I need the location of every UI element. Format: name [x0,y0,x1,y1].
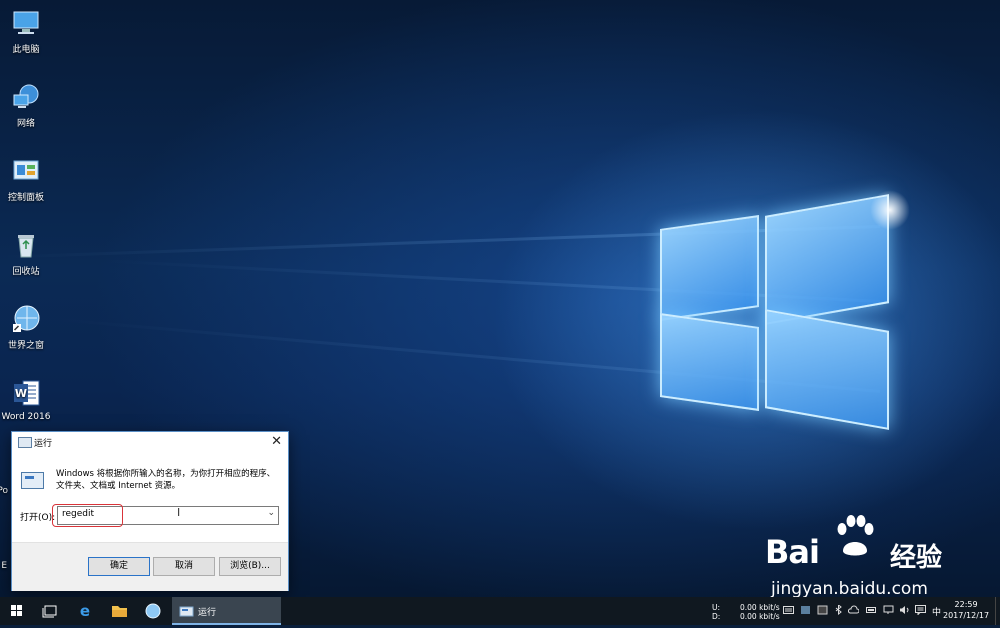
battery-icon[interactable] [866,605,877,615]
desktop-icon-word-2016[interactable]: W Word 2016 [0,378,52,422]
task-view-button[interactable] [36,597,66,625]
logo-glow [870,190,910,230]
browse-button[interactable]: 浏览(B)... [219,557,281,576]
windows-start-icon [11,605,22,616]
desktop-wallpaper: 此电脑 网络 控制面板 回收站 世界之窗 W Word 2016 Po E [0,0,1000,597]
net-down-label: D: [712,612,721,621]
tray-app-icon[interactable] [817,605,828,615]
edge-taskbar-button[interactable]: e [70,597,100,625]
run-dialog-title: 运行 [34,439,53,449]
desktop-icon-theworld-browser[interactable]: 世界之窗 [0,304,52,351]
folder-icon [112,606,127,617]
cancel-button[interactable]: 取消 [153,557,215,576]
baidu-jingyan-watermark: Bai 经验 jingyan.baidu.com [765,515,965,597]
browser-globe-icon [11,304,41,334]
task-view-icon [42,605,57,618]
theworld-taskbar-button[interactable] [138,597,168,625]
open-label: 打开(O): [20,513,56,523]
ok-button[interactable]: 确定 [88,557,150,576]
computer-icon [11,8,41,38]
volume-icon[interactable] [899,605,910,615]
baidu-paw-icon [837,515,874,556]
word-icon: W [11,378,41,408]
edge-icon: e [80,602,90,620]
taskbar-run-item[interactable]: 运行 [172,597,281,625]
net-up-speed: 0.00 kbit/s [740,603,780,612]
desktop-icon-control-panel[interactable]: 控制面板 [0,156,52,203]
clock-date: 2017/12/17 [943,611,990,620]
run-app-icon [18,437,32,448]
app-tray-icon[interactable] [800,605,811,615]
run-dialog-titlebar[interactable]: 运行 ✕ [12,432,288,452]
taskbar-clock[interactable]: 22:59 2017/12/17 [943,599,989,621]
net-down-speed: 0.00 kbit/s [740,612,780,621]
start-button[interactable] [0,597,34,625]
desktop-icon-recycle-bin[interactable]: 回收站 [0,230,52,277]
taskbar: e 运行 U: D: 0.00 kbit/s 0.00 kbit/s 中 22:… [0,597,1000,625]
browser-globe-icon [145,603,161,619]
windows-logo-pane [660,313,759,411]
run-description: Windows 将根据你所输入的名称，为你打开相应的程序、文件夹、文档或 Int… [56,469,276,491]
windows-logo-pane [765,309,889,430]
windows-logo-pane [660,215,759,321]
svg-text:e: e [80,602,90,620]
run-app-icon [21,472,44,489]
show-desktop-button[interactable] [995,597,1000,625]
net-up-label: U: [712,603,721,612]
run-app-icon [179,606,194,617]
action-center-icon[interactable] [915,605,926,615]
control-panel-icon [11,156,41,186]
bluetooth-icon[interactable] [833,605,844,615]
desktop-icon-network[interactable]: 网络 [0,82,52,129]
run-dialog: 运行 ✕ Windows 将根据你所输入的名称，为你打开相应的程序、文件夹、文档… [11,431,289,591]
desktop-icon-this-pc[interactable]: 此电脑 [0,8,52,55]
close-icon[interactable]: ✕ [271,434,282,449]
text-cursor-icon: I [177,506,181,519]
network-icon [11,82,41,112]
svg-text:W: W [15,387,27,400]
chevron-down-icon[interactable]: ⌄ [267,508,275,518]
light-beam [100,259,881,303]
annotation-highlight-box [52,504,123,527]
recycle-bin-icon [11,230,41,260]
clock-time: 22:59 [954,600,978,609]
taskbar-run-label: 运行 [198,608,217,618]
cloud-icon[interactable] [848,605,859,615]
ime-indicator[interactable]: 中 [932,605,941,618]
run-dialog-footer: 确定 取消 浏览(B)... [12,542,288,591]
network-tray-icon[interactable] [883,605,894,615]
file-explorer-button[interactable] [104,597,134,625]
keyboard-icon[interactable] [783,605,794,615]
